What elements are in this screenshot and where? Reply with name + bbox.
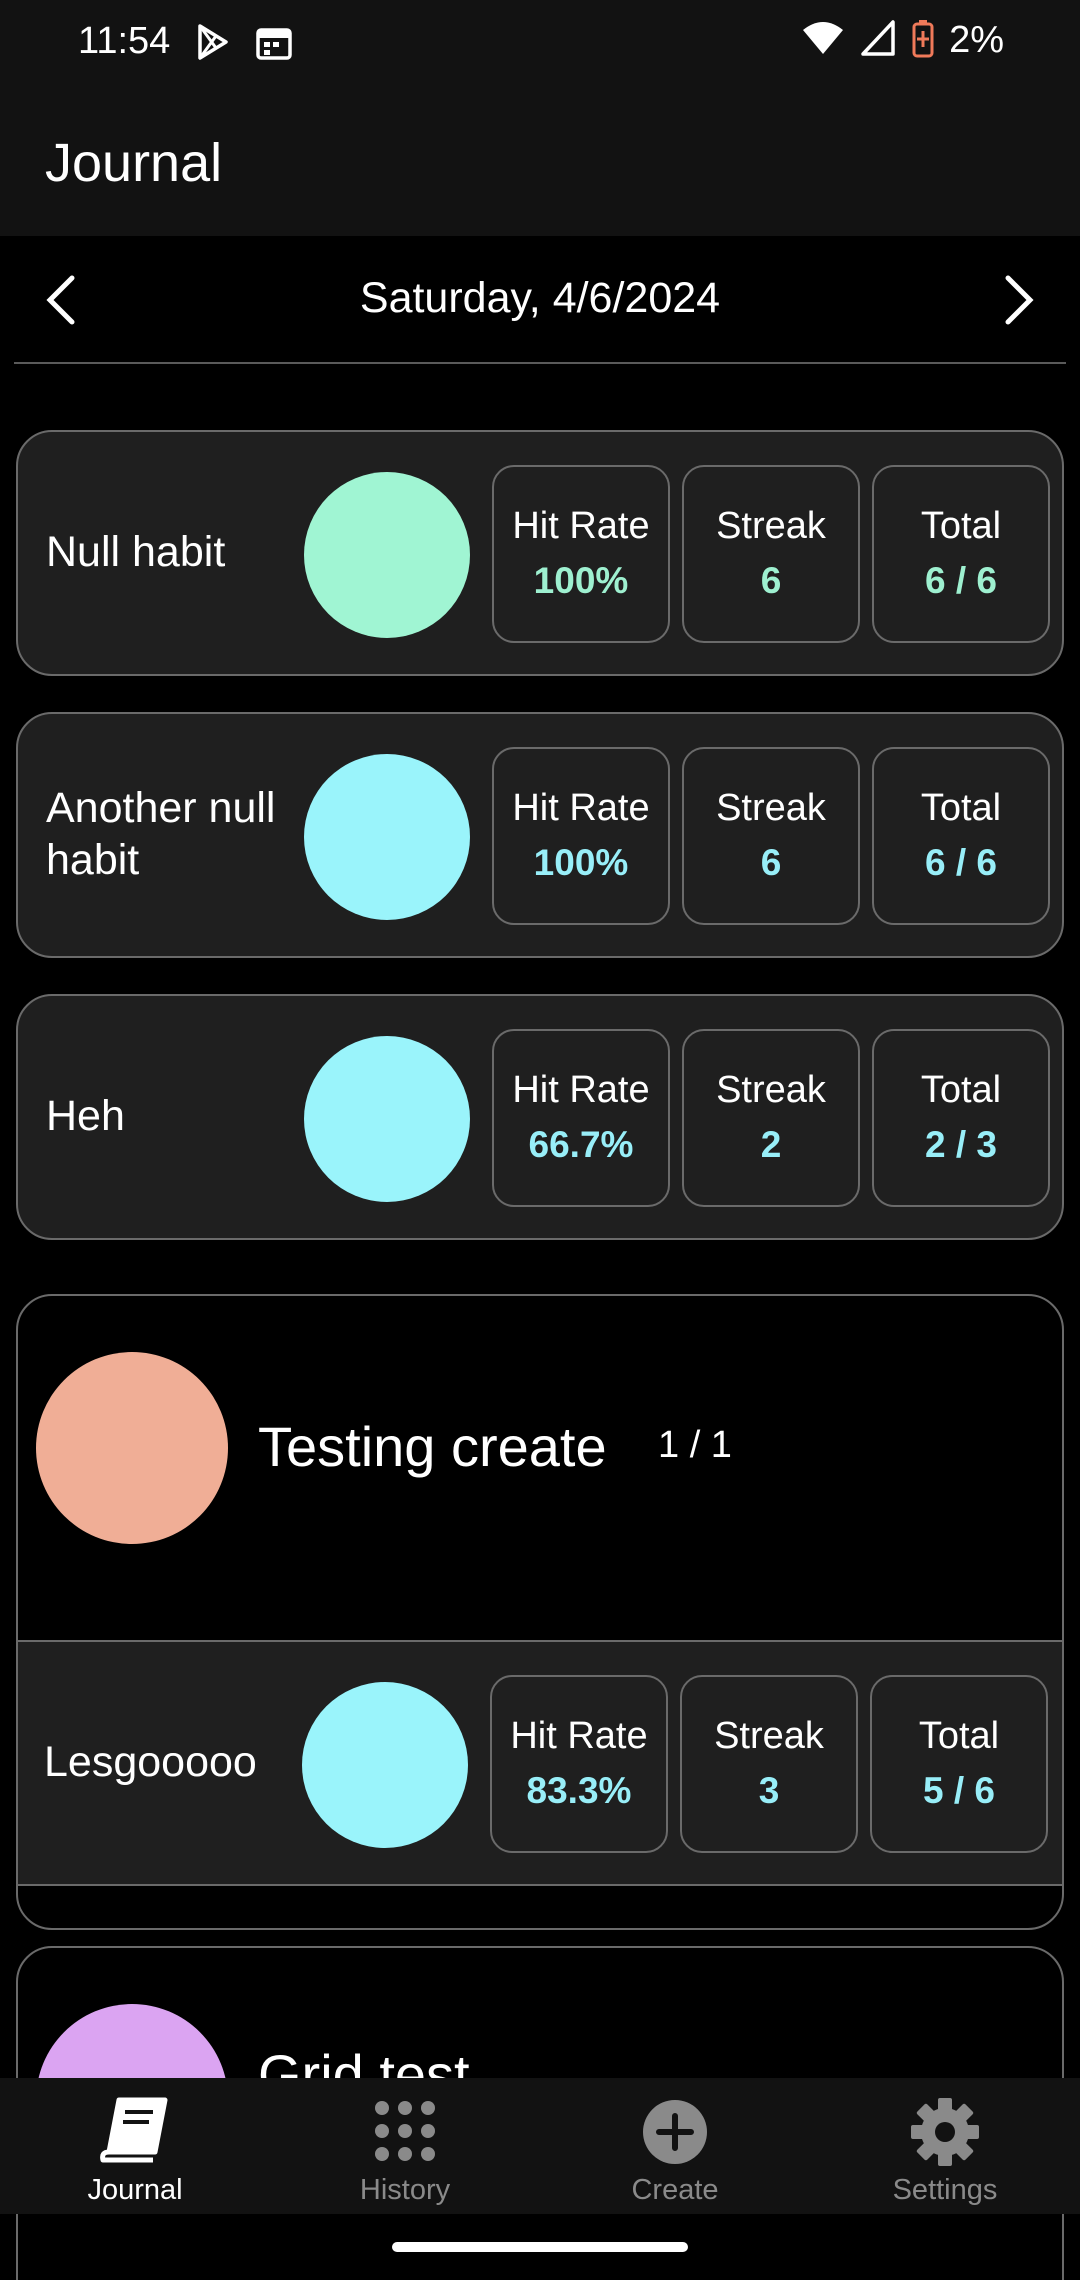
total-value: 2 / 3 [925,1124,997,1165]
habit-card[interactable]: Heh Hit Rate 66.7% Streak 2 Total 2 / 3 [16,994,1064,1240]
habit-name: Heh [46,1092,125,1141]
nav-settings[interactable]: Settings [810,2078,1080,2214]
gesture-navigation-bar[interactable] [392,2242,688,2252]
streak-value: 6 [760,560,782,601]
streak-label: Streak [716,1069,826,1111]
total-value: 5 / 6 [923,1770,995,1811]
status-time: 11:54 [78,20,171,62]
nav-create[interactable]: Create [540,2078,810,2214]
habit-name: Null habit [46,528,226,577]
date-navigator: Saturday, 4/6/2024 [0,236,1080,364]
hit-rate-label: Hit Rate [512,505,650,547]
nav-journal[interactable]: Journal [0,2078,270,2214]
group-title: Testing create [258,1415,607,1478]
streak-value: 2 [760,1124,782,1165]
nav-history[interactable]: History [270,2078,540,2214]
current-date[interactable]: Saturday, 4/6/2024 [0,274,1080,323]
plus-circle-icon [540,2096,810,2166]
hit-rate-stat: Hit Rate 83.3% [490,1675,668,1853]
hit-rate-value: 83.3% [526,1770,632,1811]
wifi-icon [801,18,845,63]
divider [14,362,1066,364]
book-icon [0,2096,270,2166]
bottom-navigation: Journal History Create Settings [0,2078,1080,2214]
streak-stat: Streak 6 [682,465,860,643]
hit-rate-value: 66.7% [528,1124,634,1165]
total-stat: Total 6 / 6 [872,747,1050,925]
habit-name: Lesgooooo [44,1738,257,1787]
nav-label: Settings [892,2174,998,2206]
streak-stat: Streak 2 [682,1029,860,1207]
hit-rate-stat: Hit Rate 100% [492,747,670,925]
habit-check-circle[interactable] [302,1682,468,1848]
total-stat: Total 5 / 6 [870,1675,1048,1853]
hit-rate-stat: Hit Rate 100% [492,465,670,643]
battery-low-icon [911,18,935,63]
battery-percentage: 2% [949,19,1004,61]
cell-signal-icon [859,18,897,63]
streak-value: 3 [758,1770,780,1811]
habit-card[interactable]: Null habit Hit Rate 100% Streak 6 Total … [16,430,1064,676]
calendar-icon [254,22,294,67]
streak-stat: Streak 3 [680,1675,858,1853]
habit-name: Another null habit [46,784,276,884]
hit-rate-label: Hit Rate [510,1715,648,1757]
nav-label: Create [631,2174,719,2206]
play-store-icon [192,22,232,67]
habit-check-circle[interactable] [304,472,470,638]
total-value: 6 / 6 [925,560,997,601]
streak-label: Streak [716,505,826,547]
group-count: 1 / 1 [658,1424,732,1466]
habit-card[interactable]: Lesgooooo Hit Rate 83.3% Streak 3 Total … [18,1640,1062,1886]
total-value: 6 / 6 [925,842,997,883]
status-bar: 11:54 2% [0,0,1080,84]
hit-rate-value: 100% [533,842,629,883]
hit-rate-label: Hit Rate [512,787,650,829]
total-label: Total [918,1715,1000,1757]
streak-stat: Streak 6 [682,747,860,925]
habit-card[interactable]: Another null habit Hit Rate 100% Streak … [16,712,1064,958]
total-label: Total [920,505,1002,547]
total-stat: Total 6 / 6 [872,465,1050,643]
nav-label: History [359,2174,451,2206]
total-label: Total [920,787,1002,829]
next-day-button[interactable] [990,272,1046,328]
chevron-right-icon [1005,275,1034,325]
streak-label: Streak [716,787,826,829]
habit-group-card: Testing create 1 / 1 Lesgooooo Hit Rate … [16,1294,1064,1930]
nav-label: Journal [87,2174,183,2206]
grid-dots-icon [270,2096,540,2166]
hit-rate-label: Hit Rate [512,1069,650,1111]
streak-value: 6 [760,842,782,883]
group-header[interactable]: Testing create 1 / 1 [18,1296,1062,1640]
app-bar: Journal [0,84,1080,236]
group-check-circle[interactable] [36,1352,228,1544]
hit-rate-value: 100% [533,560,629,601]
habit-check-circle[interactable] [304,1036,470,1202]
total-stat: Total 2 / 3 [872,1029,1050,1207]
hit-rate-stat: Hit Rate 66.7% [492,1029,670,1207]
streak-label: Streak [714,1715,824,1757]
gear-icon [810,2096,1080,2166]
page-title: Journal [45,133,223,193]
habit-check-circle[interactable] [304,754,470,920]
total-label: Total [920,1069,1002,1111]
